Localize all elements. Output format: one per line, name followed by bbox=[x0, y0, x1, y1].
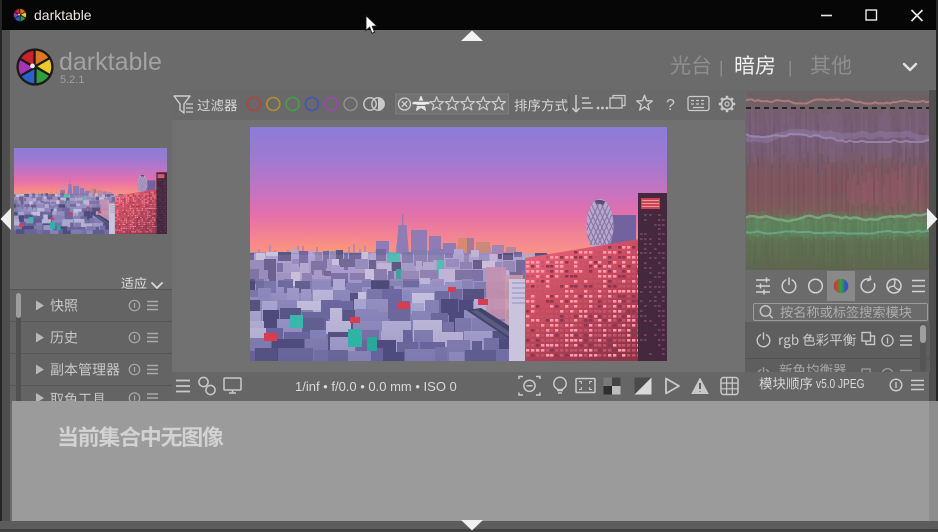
svg-text:|: | bbox=[788, 58, 792, 77]
svg-text:|: | bbox=[719, 58, 723, 77]
